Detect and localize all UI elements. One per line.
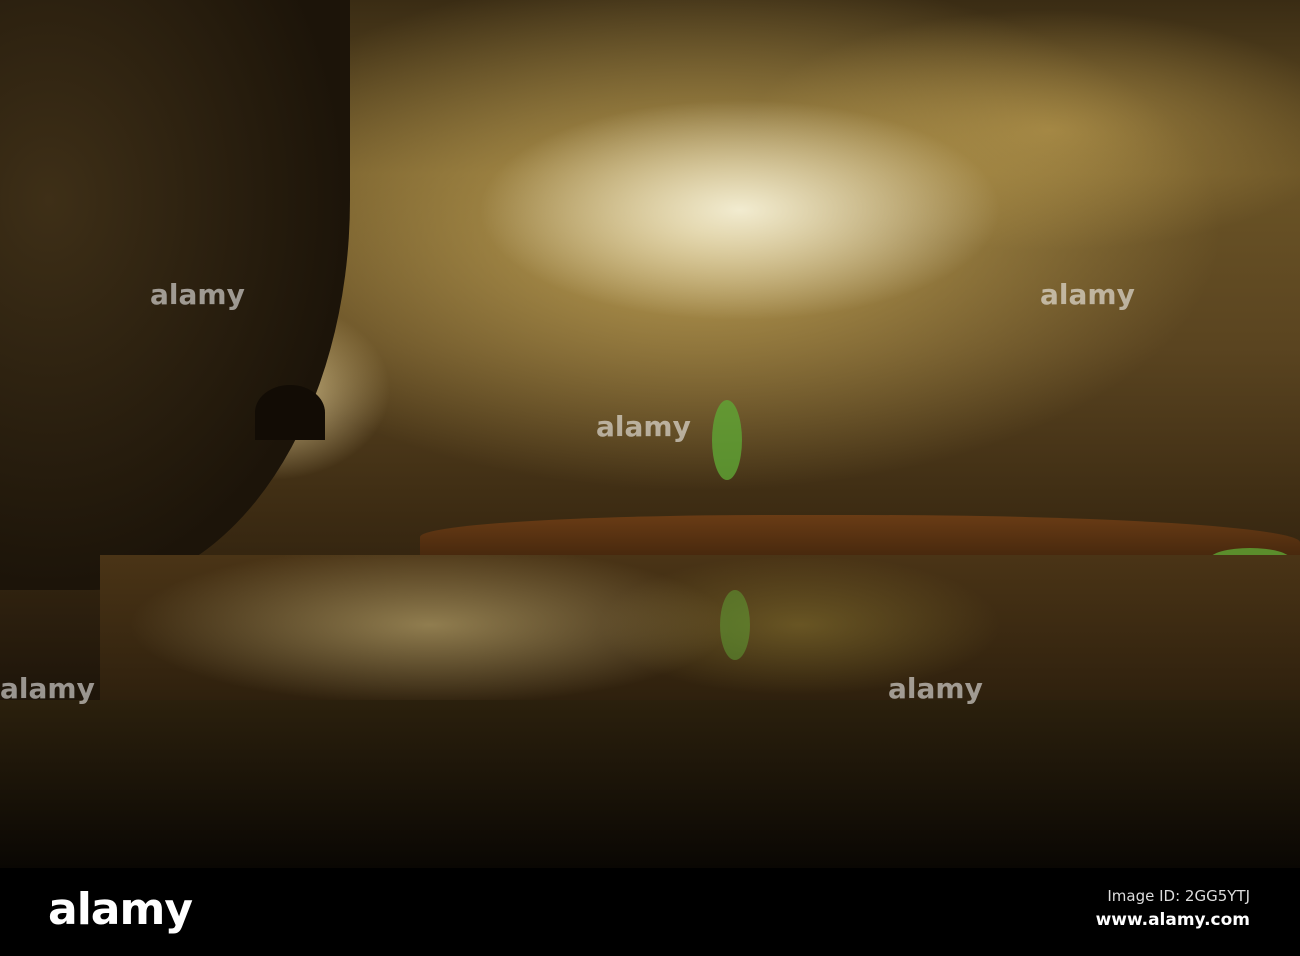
watermark: alamy [596,410,691,443]
tunnel-opening [255,385,325,440]
watermark: alamy [888,672,983,705]
moss-reflection [720,590,750,660]
alamy-logo: alamy [48,884,193,935]
stock-photo-page: alamy alamy alamy alamy alamy alamy Imag… [0,0,1300,956]
watermark: alamy [1040,278,1135,311]
watermark: alamy [150,278,245,311]
cave-photo: alamy alamy alamy alamy alamy [0,0,1300,868]
watermark: alamy [0,672,95,705]
foreground-rock [0,700,1300,868]
site-url: www.alamy.com [1095,910,1250,930]
image-id: Image ID: 2GG5YTJ [1107,887,1250,905]
moss-patch [712,400,742,480]
